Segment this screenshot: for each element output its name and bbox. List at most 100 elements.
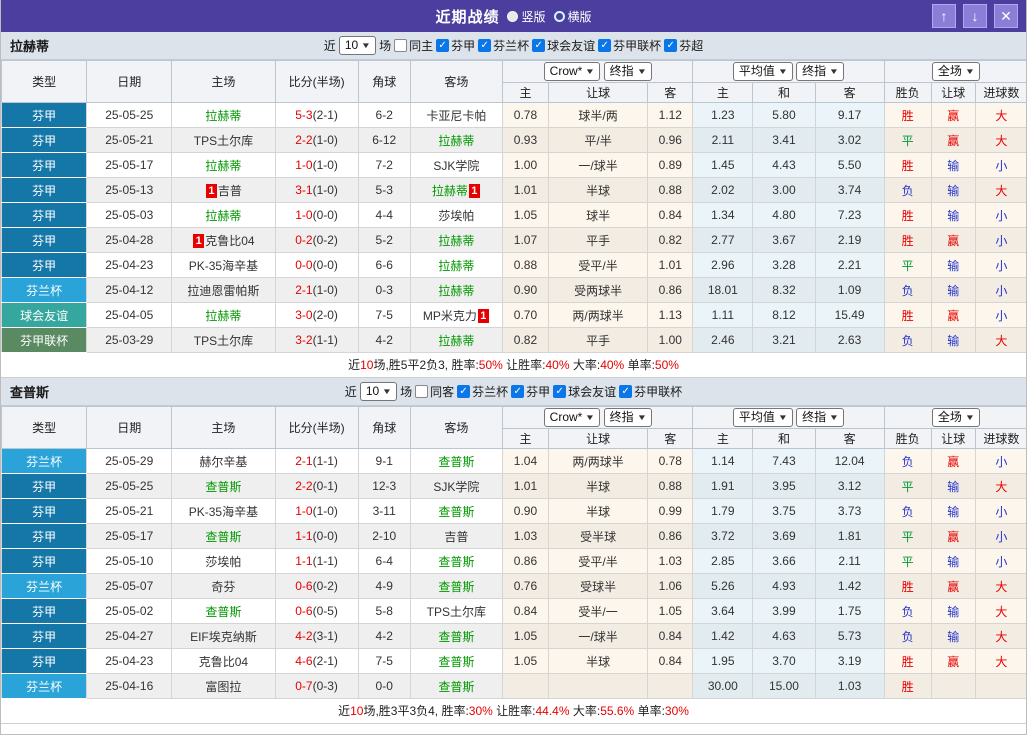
score-cell: 0-2(0-2) <box>274 227 359 253</box>
near-label: 近 <box>323 39 336 53</box>
result-wdl: 胜 <box>883 302 932 328</box>
team-label: 拉赫蒂 <box>205 108 242 123</box>
rank-badge: 1 <box>193 233 205 248</box>
avg-source-select[interactable]: 平均值 ▼ <box>732 408 793 427</box>
league-filter-checkbox[interactable]: ✓ 芬甲 <box>436 37 475 54</box>
league-filter-checkbox[interactable]: ✓ 球会友谊 <box>532 37 595 54</box>
checked-checkbox-icon: ✓ <box>553 385 567 398</box>
league-filter-checkbox[interactable]: ✓ 球会友谊 <box>553 383 616 400</box>
avg-stage-select[interactable]: 终指 ▼ <box>796 408 845 427</box>
column-header: 比分(半场) <box>274 406 359 449</box>
result-wdl: 负 <box>883 327 932 353</box>
corner-count: 6-12 <box>357 127 411 153</box>
league-filter-checkbox[interactable]: ✓ 芬兰杯 <box>457 383 508 400</box>
league-type-cell: 芬兰杯 <box>1 673 88 699</box>
corner-count: 6-6 <box>357 252 411 278</box>
match-row: 芬甲 25-05-17 查普斯 1-1(0-0) 2-10 吉普 1.03 受半球 0.86 3.… <box>1 523 1026 549</box>
odds-away: 0.96 <box>647 127 694 153</box>
avg-home-odds: 1.42 <box>692 623 754 649</box>
chevron-down-icon: ▼ <box>636 67 647 76</box>
close-button[interactable]: ✕ <box>994 4 1018 28</box>
handicap-line: 平手 <box>547 327 649 353</box>
odds-stage-select[interactable]: 终指 ▼ <box>603 62 652 81</box>
team-label: 吉普 <box>217 183 242 198</box>
avg-away-odds: 1.75 <box>814 598 885 624</box>
avg-stage-select[interactable]: 终指 ▼ <box>796 62 845 81</box>
odds-away: 1.00 <box>647 327 694 353</box>
result-handicap: 输 <box>930 152 976 178</box>
odds-away: 0.84 <box>647 623 694 649</box>
team-label: 查普斯 <box>438 629 475 644</box>
matches-count-select-value: 10 <box>344 38 359 52</box>
summary-segment: 近 <box>348 358 361 372</box>
odds-home: 0.90 <box>501 277 550 303</box>
same-venue-checkbox[interactable]: 同客 <box>415 383 454 400</box>
odds-source-select[interactable]: Crow* ▼ <box>543 62 601 81</box>
full-time-score: 1-1 <box>295 529 313 543</box>
move-up-button[interactable]: ↑ <box>932 4 956 28</box>
scope-select[interactable]: 全场 ▼ <box>931 62 980 81</box>
result-handicap-value: 输 <box>947 554 960 569</box>
half-time-score: (1-1) <box>312 554 338 568</box>
team-label: 克鲁比04 <box>198 654 249 669</box>
handicap-line: 半球 <box>547 648 649 674</box>
avg-source-select-value: 平均值 <box>738 410 775 424</box>
result-goals-value: 大 <box>995 479 1008 494</box>
scope-select[interactable]: 全场 ▼ <box>931 408 980 427</box>
league-type-cell: 芬甲 <box>1 598 88 624</box>
checked-checkbox-icon: ✓ <box>478 39 492 52</box>
match-date: 25-04-28 <box>86 227 173 253</box>
odds-away: 0.89 <box>647 152 694 178</box>
unchecked-checkbox-icon <box>415 385 429 398</box>
score-cell: 2-2(1-0) <box>274 127 359 153</box>
team-label: TPS土尔库 <box>193 333 254 348</box>
half-time-score: (1-1) <box>312 333 338 347</box>
odds-away: 0.86 <box>647 523 694 549</box>
team-section-bar: 查普斯近 10 ▼ 场同客 ✓ 芬兰杯 ✓ 芬甲 ✓ 球会友谊 ✓ 芬甲联杯 <box>1 378 1026 406</box>
result-wdl-value: 负 <box>901 333 914 348</box>
team-label: 查普斯 <box>205 479 242 494</box>
handicap-line: 半球 <box>547 498 649 524</box>
odds-stage-select[interactable]: 终指 ▼ <box>603 408 652 427</box>
odds-home: 0.84 <box>501 598 550 624</box>
home-team: 拉赫蒂 <box>171 302 276 328</box>
away-team: 莎埃帕 <box>409 202 503 228</box>
match-row: 芬甲 25-05-10 莎埃帕 1-1(1-1) 6-4 查普斯 0.86 受平/半 1.03 2… <box>1 548 1026 574</box>
matches-count-select[interactable]: 10 ▼ <box>338 36 377 55</box>
full-time-score: 0-7 <box>295 679 313 693</box>
avg-draw-odds: 8.32 <box>752 277 816 303</box>
result-goals-value: 小 <box>995 233 1008 248</box>
same-venue-checkbox[interactable]: 同主 <box>394 37 433 54</box>
team-label: 拉赫蒂 <box>438 333 475 348</box>
avg-source-select[interactable]: 平均值 ▼ <box>732 62 793 81</box>
result-handicap-value: 输 <box>947 504 960 519</box>
result-goals-value: 小 <box>995 504 1008 519</box>
move-down-button[interactable]: ↓ <box>963 4 987 28</box>
league-type-cell: 芬甲 <box>1 227 88 253</box>
team-label: 克鲁比04 <box>205 233 255 248</box>
odds-home: 1.05 <box>501 202 550 228</box>
chevron-down-icon: ▼ <box>828 67 840 76</box>
league-filter-checkbox[interactable]: ✓ 芬超 <box>664 37 703 54</box>
odds-source-select[interactable]: Crow* ▼ <box>543 408 601 427</box>
matches-count-select[interactable]: 10 ▼ <box>359 382 398 401</box>
odds-group-header: Crow* ▼ 终指 ▼ <box>501 406 694 429</box>
league-filter-checkbox[interactable]: ✓ 芬甲联杯 <box>598 37 661 54</box>
score-cell: 5-3(2-1) <box>274 102 359 128</box>
match-date: 25-05-10 <box>86 548 173 574</box>
league-filter-checkbox[interactable]: ✓ 芬甲 <box>511 383 550 400</box>
result-goals: 小 <box>974 302 1026 328</box>
layout-radio-vertical[interactable]: 竖版 <box>507 8 546 25</box>
away-team: 拉赫蒂 <box>409 327 503 353</box>
avg-home-odds: 1.79 <box>692 498 754 524</box>
layout-radio-horizontal[interactable]: 横版 <box>553 8 592 25</box>
league-filter-checkbox[interactable]: ✓ 芬兰杯 <box>478 37 529 54</box>
result-handicap: 赢 <box>930 127 976 153</box>
corner-count: 7-5 <box>357 302 411 328</box>
team-label: 拉赫蒂 <box>205 208 242 223</box>
results-table: 类型 日期 主场 比分(半场) 角球 客场 Crow* ▼ 终指 ▼ 平均值 ▼ 终指 ▼ 全场 ▼ 主让球… <box>1 406 1026 699</box>
league-filter-checkbox[interactable]: ✓ 芬甲联杯 <box>619 383 682 400</box>
result-goals-value: 小 <box>995 258 1008 273</box>
avg-away-odds: 12.04 <box>814 448 885 474</box>
half-time-score: (0-0) <box>312 529 338 543</box>
